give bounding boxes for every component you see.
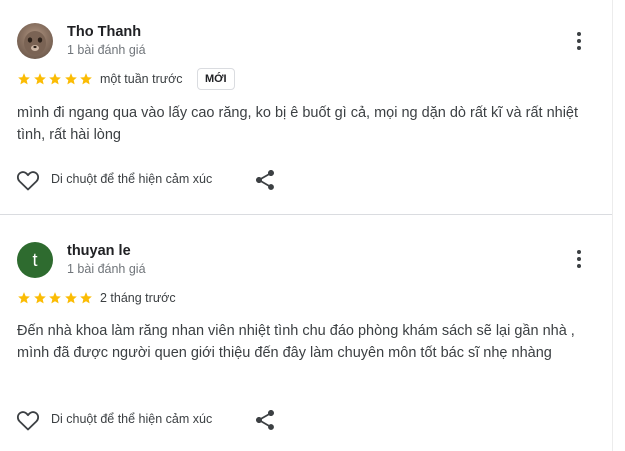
- star-icon: [64, 292, 77, 304]
- review-card: t thuyan le 1 bài đánh giá 2 tháng trước…: [0, 216, 612, 451]
- star-icon: [18, 292, 30, 304]
- more-options-button[interactable]: [568, 247, 590, 273]
- heart-icon[interactable]: [16, 409, 40, 431]
- star-icon: [33, 292, 46, 304]
- new-badge: MỚI: [197, 68, 235, 90]
- avatar[interactable]: t: [17, 242, 53, 278]
- star-icon: [49, 73, 61, 85]
- author-name[interactable]: thuyan le: [67, 243, 131, 259]
- star-rating: [17, 291, 95, 305]
- review-text: mình đi ngang qua vào lấy cao răng, ko b…: [17, 105, 579, 143]
- star-icon: [49, 292, 61, 304]
- avatar-photo-icon: [24, 31, 46, 55]
- star-icon: [64, 73, 77, 85]
- review-time: 2 tháng trước: [100, 291, 176, 305]
- author-review-count[interactable]: 1 bài đánh giá: [67, 43, 146, 57]
- panel-edge: [612, 0, 613, 451]
- review-divider: [0, 214, 612, 215]
- star-icon: [33, 73, 46, 85]
- star-rating: [17, 72, 95, 86]
- star-icon: [80, 73, 92, 85]
- avatar[interactable]: [17, 23, 53, 59]
- author-name[interactable]: Tho Thanh: [67, 24, 141, 40]
- reaction-hint: Di chuột để thể hiện cảm xúc: [51, 412, 213, 426]
- review-card: Tho Thanh 1 bài đánh giá một tuần trước …: [0, 0, 612, 214]
- share-icon[interactable]: [253, 168, 277, 192]
- heart-icon[interactable]: [16, 169, 40, 191]
- star-icon: [18, 73, 30, 85]
- more-options-button[interactable]: [568, 29, 590, 55]
- review-time: một tuần trước: [100, 72, 183, 86]
- reaction-hint: Di chuột để thể hiện cảm xúc: [51, 172, 213, 186]
- share-icon[interactable]: [253, 408, 277, 432]
- star-icon: [80, 292, 92, 304]
- review-text: Đến nhà khoa làm răng nhan viên nhiệt tì…: [17, 323, 575, 361]
- author-review-count[interactable]: 1 bài đánh giá: [67, 262, 146, 276]
